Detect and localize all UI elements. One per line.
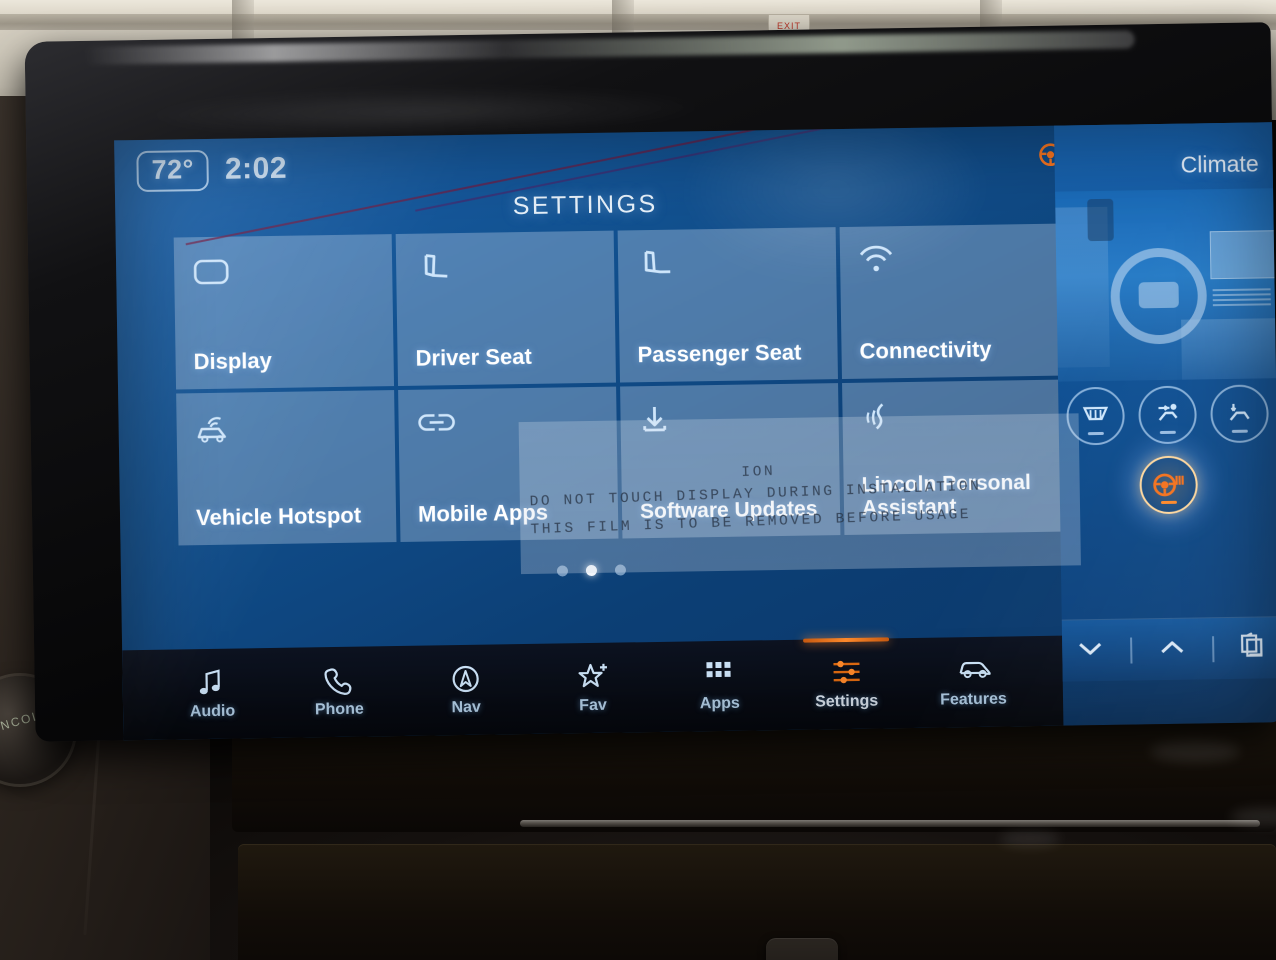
settings-tile-label: Vehicle Hotspot [195,502,362,531]
cabin-wheel-hub-art [1138,281,1179,309]
nav-item-audio[interactable]: Audio [165,667,260,721]
bottom-navigation-bar: Audio Phone Nav Fav Apps Settings Featur… [122,635,1064,741]
clock: 2:02 [224,151,288,186]
heated-wheel-row [1059,454,1276,515]
infotainment-screen[interactable]: 72° 2:02 SETTINGS Display Driver Seat Pa… [114,122,1276,741]
music-note-icon [197,667,227,697]
climate-bottom-controls [1061,616,1276,682]
chevron-down-icon[interactable] [1075,638,1105,663]
wifi-icon [858,244,905,287]
link-chain-icon [416,407,463,450]
settings-tile-label: Driver Seat [415,344,532,372]
nav-item-nav[interactable]: Nav [419,663,514,717]
wood-trim-panel-lower [238,844,1276,960]
cabin-mirror-art [1087,198,1114,242]
settings-tile-passenger-seat[interactable]: Passenger Seat [617,227,838,383]
page-indicator-dots [121,558,1061,584]
settings-tile-software-updates[interactable]: Software Updates [620,383,841,539]
cabin-vent-art [1212,288,1271,308]
status-bar-left: 72° 2:02 [136,148,288,192]
nav-item-label: Nav [451,698,481,716]
settings-tile-label: Display [193,348,273,375]
button-state-bar [1159,430,1176,435]
nav-item-settings[interactable]: Settings [799,636,894,711]
driver-seat-icon [414,251,461,294]
button-state-bar [1087,431,1104,436]
vehicle-icon [958,655,992,685]
control-divider [1212,635,1215,662]
settings-grid: Display Driver Seat Passenger Seat Conne… [173,223,1063,546]
star-plus-icon [577,661,607,691]
airflow-feet-button[interactable] [1210,384,1270,444]
chevron-up-icon[interactable] [1157,637,1187,662]
settings-tile-label: Mobile Apps [417,500,549,528]
cabin-console-art [1181,318,1276,380]
page-dot[interactable] [614,564,626,576]
defrost-icon [1082,406,1109,421]
settings-tile-label: Lincoln Personal Assistant [861,471,1032,521]
climate-panel-title: Climate [1180,150,1259,178]
climate-panel[interactable]: Climate [1054,122,1276,620]
nav-item-label: Phone [314,700,364,718]
passenger-seat-icon [636,248,683,291]
sliders-icon [831,657,861,687]
settings-tile-lincoln-personal-assistant[interactable]: Lincoln Personal Assistant [842,379,1063,536]
chrome-trim-lower [520,820,1260,827]
settings-grid-viewport: Display Driver Seat Passenger Seat Conne… [173,223,1063,560]
cabin-screen-art [1209,230,1276,280]
nav-item-fav[interactable]: Fav [545,661,640,715]
airflow-feet-icon [1229,403,1250,421]
settings-tile-mobile-apps[interactable]: Mobile Apps [398,386,619,542]
grid-apps-icon [704,659,734,689]
display-screen-icon [192,255,239,298]
car-hotspot-icon [194,410,241,453]
button-state-bar [1231,429,1248,433]
nav-item-apps[interactable]: Apps [672,659,767,713]
nav-item-label: Fav [579,696,607,714]
nav-item-label: Settings [814,692,879,710]
settings-tile-driver-seat[interactable]: Driver Seat [395,230,617,387]
cards-stack-icon[interactable] [1239,632,1267,663]
airflow-face-icon [1158,403,1178,421]
settings-tile-label: Passenger Seat [637,340,802,368]
nav-item-label: Audio [189,702,236,720]
voice-assistant-icon [860,400,907,443]
phone-handset-icon [324,665,354,695]
settings-tile-label: Connectivity [859,337,992,365]
settings-tile-label: Software Updates [639,497,818,524]
settings-tile-connectivity[interactable]: Connectivity [839,223,1060,380]
heated-steering-wheel-icon [1153,473,1184,497]
nav-item-phone[interactable]: Phone [292,665,387,719]
airflow-face-button[interactable] [1138,385,1198,445]
settings-tile-display[interactable]: Display [173,234,395,390]
infotainment-screen-bezel: 72° 2:02 SETTINGS Display Driver Seat Pa… [24,22,1276,742]
download-arrow-icon [638,404,685,447]
nav-item-features[interactable]: Features [926,655,1021,709]
cabin-illustration [1054,188,1276,382]
reflection-highlight [1000,832,1060,846]
navigation-arrow-icon [451,663,481,693]
climate-button-row [1058,384,1276,446]
button-state-bar [1160,500,1177,505]
nav-item-label: Apps [699,694,740,712]
settings-tile-vehicle-hotspot[interactable]: Vehicle Hotspot [176,390,397,546]
page-dot[interactable] [556,565,568,577]
heated-steering-wheel-button[interactable] [1139,455,1199,515]
reflection-highlight [1150,740,1240,762]
control-divider [1129,637,1133,664]
nav-item-label: Features [940,689,1007,709]
active-tab-indicator [802,636,889,643]
page-dot-active[interactable] [585,564,597,577]
defrost-button[interactable] [1066,386,1126,446]
wall-beam-upper [0,0,1276,14]
bezel-smudge [145,83,707,140]
exterior-temperature-badge: 72° [136,149,210,192]
glovebox-release-button[interactable] [766,938,838,960]
